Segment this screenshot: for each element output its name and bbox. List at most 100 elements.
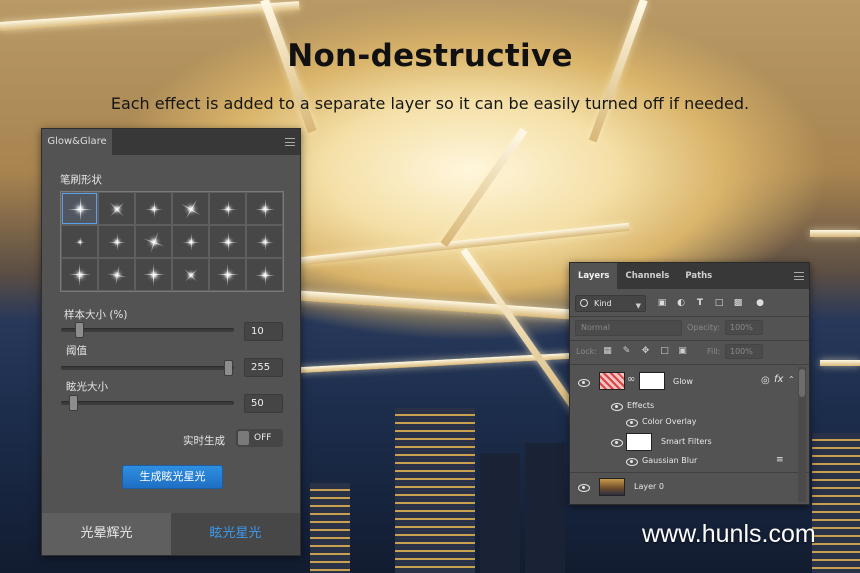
glare-size-input[interactable]: 50 bbox=[244, 394, 283, 413]
star-brush-icon bbox=[181, 265, 200, 284]
lock-artboard-icon[interactable]: □ bbox=[659, 346, 670, 357]
smart-filter-mask-thumbnail bbox=[626, 433, 652, 451]
layer-row-glow[interactable]: ∞ Glow ◎ fx ⌃ bbox=[570, 369, 795, 397]
brush-preset[interactable] bbox=[98, 225, 135, 258]
layer-thumbnail bbox=[599, 478, 625, 496]
brush-preset[interactable] bbox=[98, 192, 135, 225]
ceiling-beam bbox=[460, 247, 582, 416]
sample-size-slider[interactable] bbox=[61, 322, 234, 338]
divider bbox=[570, 340, 809, 341]
star-brush-icon bbox=[179, 197, 202, 220]
threshold-slider[interactable] bbox=[61, 360, 234, 376]
brush-preset[interactable] bbox=[209, 225, 246, 258]
brush-preset[interactable] bbox=[172, 258, 209, 291]
chevron-up-icon[interactable]: ⌃ bbox=[788, 375, 795, 384]
panel-menu-icon[interactable] bbox=[285, 138, 295, 146]
lock-pixels-icon[interactable]: ▦ bbox=[602, 346, 613, 357]
adjustment-filter-icon[interactable]: ◐ bbox=[675, 297, 687, 309]
ceiling-beam bbox=[810, 230, 860, 237]
panel-menu-icon[interactable] bbox=[794, 272, 804, 280]
smart-filter-icon: ◎ bbox=[761, 375, 770, 386]
tab-halo-glow[interactable]: 光晕辉光 bbox=[42, 513, 171, 555]
image-filter-icon[interactable]: ▣ bbox=[656, 297, 668, 309]
smart-filter-row[interactable]: Gaussian Blur ≡ bbox=[570, 454, 795, 470]
brush-preset[interactable] bbox=[209, 192, 246, 225]
toggle-state: OFF bbox=[254, 433, 272, 443]
slider-thumb[interactable] bbox=[69, 395, 78, 411]
scrollbar-thumb[interactable] bbox=[799, 369, 805, 397]
brush-preset[interactable] bbox=[98, 258, 135, 291]
brush-preset[interactable] bbox=[61, 225, 98, 258]
effect-name: Color Overlay bbox=[642, 417, 697, 426]
smart-object-filter-icon[interactable]: ▩ bbox=[732, 297, 744, 309]
tab-layers[interactable]: Layers bbox=[570, 263, 618, 289]
type-filter-icon[interactable]: T bbox=[694, 297, 706, 309]
brush-preset[interactable] bbox=[135, 258, 172, 291]
star-brush-icon bbox=[67, 196, 92, 221]
eye-icon[interactable] bbox=[626, 458, 638, 466]
star-brush-icon bbox=[108, 266, 125, 283]
filter-kind-value: Kind bbox=[594, 299, 612, 308]
realtime-toggle[interactable]: OFF bbox=[236, 429, 283, 447]
smart-filters-label: Smart Filters bbox=[661, 437, 712, 446]
brush-preset[interactable] bbox=[135, 225, 172, 258]
eye-icon[interactable] bbox=[578, 379, 590, 387]
star-brush-icon bbox=[216, 263, 239, 286]
eye-icon[interactable] bbox=[611, 403, 623, 411]
glow-glare-panel: Glow&Glare 笔刷形状 样本大小 (%) 10 阈值 255 眩光大小 … bbox=[41, 128, 301, 556]
eye-icon[interactable] bbox=[611, 439, 623, 447]
star-brush-icon bbox=[106, 198, 127, 219]
star-brush-icon bbox=[254, 198, 275, 219]
layer-effect-row[interactable]: Color Overlay bbox=[570, 415, 795, 431]
star-brush-icon bbox=[181, 232, 200, 251]
smart-filters-row[interactable]: Smart Filters bbox=[570, 431, 795, 455]
brush-preset[interactable] bbox=[246, 192, 283, 225]
star-brush-icon bbox=[143, 231, 164, 252]
star-brush-icon bbox=[142, 263, 165, 286]
blend-mode-select[interactable]: Normal bbox=[575, 320, 682, 336]
building bbox=[310, 483, 350, 573]
eye-icon[interactable] bbox=[578, 484, 590, 492]
filter-toggle-icon[interactable]: ● bbox=[754, 297, 766, 309]
slider-thumb[interactable] bbox=[224, 360, 233, 376]
layer-row-layer0[interactable]: Layer 0 bbox=[570, 475, 795, 501]
brush-preset[interactable] bbox=[61, 258, 98, 291]
layer-effects-row[interactable]: Effects bbox=[570, 399, 795, 415]
sample-size-input[interactable]: 10 bbox=[244, 322, 283, 341]
brush-preset[interactable] bbox=[209, 258, 246, 291]
eye-icon[interactable] bbox=[626, 419, 638, 427]
star-brush-icon bbox=[107, 232, 126, 251]
brush-preset[interactable] bbox=[172, 192, 209, 225]
fill-input[interactable]: 100% bbox=[725, 344, 763, 359]
layers-scrollbar[interactable] bbox=[798, 367, 806, 502]
shape-filter-icon[interactable]: □ bbox=[713, 297, 725, 309]
lock-paint-icon[interactable]: ✎ bbox=[621, 346, 632, 357]
brush-preset[interactable] bbox=[172, 225, 209, 258]
brush-preset[interactable] bbox=[246, 258, 283, 291]
brush-preset[interactable] bbox=[61, 192, 98, 225]
threshold-input[interactable]: 255 bbox=[244, 358, 283, 377]
lock-position-icon[interactable]: ✥ bbox=[640, 346, 651, 357]
ceiling-beam bbox=[440, 127, 528, 247]
lock-all-icon[interactable]: ▣ bbox=[677, 346, 688, 357]
building bbox=[525, 443, 565, 573]
opacity-input[interactable]: 100% bbox=[725, 320, 763, 335]
filter-options-icon[interactable]: ≡ bbox=[776, 455, 784, 465]
glare-size-slider[interactable] bbox=[61, 395, 234, 411]
star-brush-icon bbox=[68, 263, 91, 286]
star-brush-icon bbox=[144, 199, 163, 218]
tab-glow-glare[interactable]: Glow&Glare bbox=[42, 129, 112, 155]
star-brush-icon bbox=[254, 264, 275, 285]
tab-channels[interactable]: Channels bbox=[617, 263, 677, 289]
headline-subtitle: Each effect is added to a separate layer… bbox=[110, 94, 750, 113]
divider bbox=[570, 472, 809, 473]
effects-label: Effects bbox=[627, 401, 655, 410]
tab-paths[interactable]: Paths bbox=[677, 263, 720, 289]
brush-preset[interactable] bbox=[246, 225, 283, 258]
slider-thumb[interactable] bbox=[75, 322, 84, 338]
filter-kind-select[interactable]: Kind ▼ bbox=[575, 295, 646, 312]
tab-glare-star[interactable]: 眩光星光 bbox=[171, 513, 300, 555]
generate-glare-button[interactable]: 生成眩光星光 bbox=[122, 465, 223, 489]
fx-icon[interactable]: fx bbox=[774, 374, 783, 385]
brush-preset[interactable] bbox=[135, 192, 172, 225]
